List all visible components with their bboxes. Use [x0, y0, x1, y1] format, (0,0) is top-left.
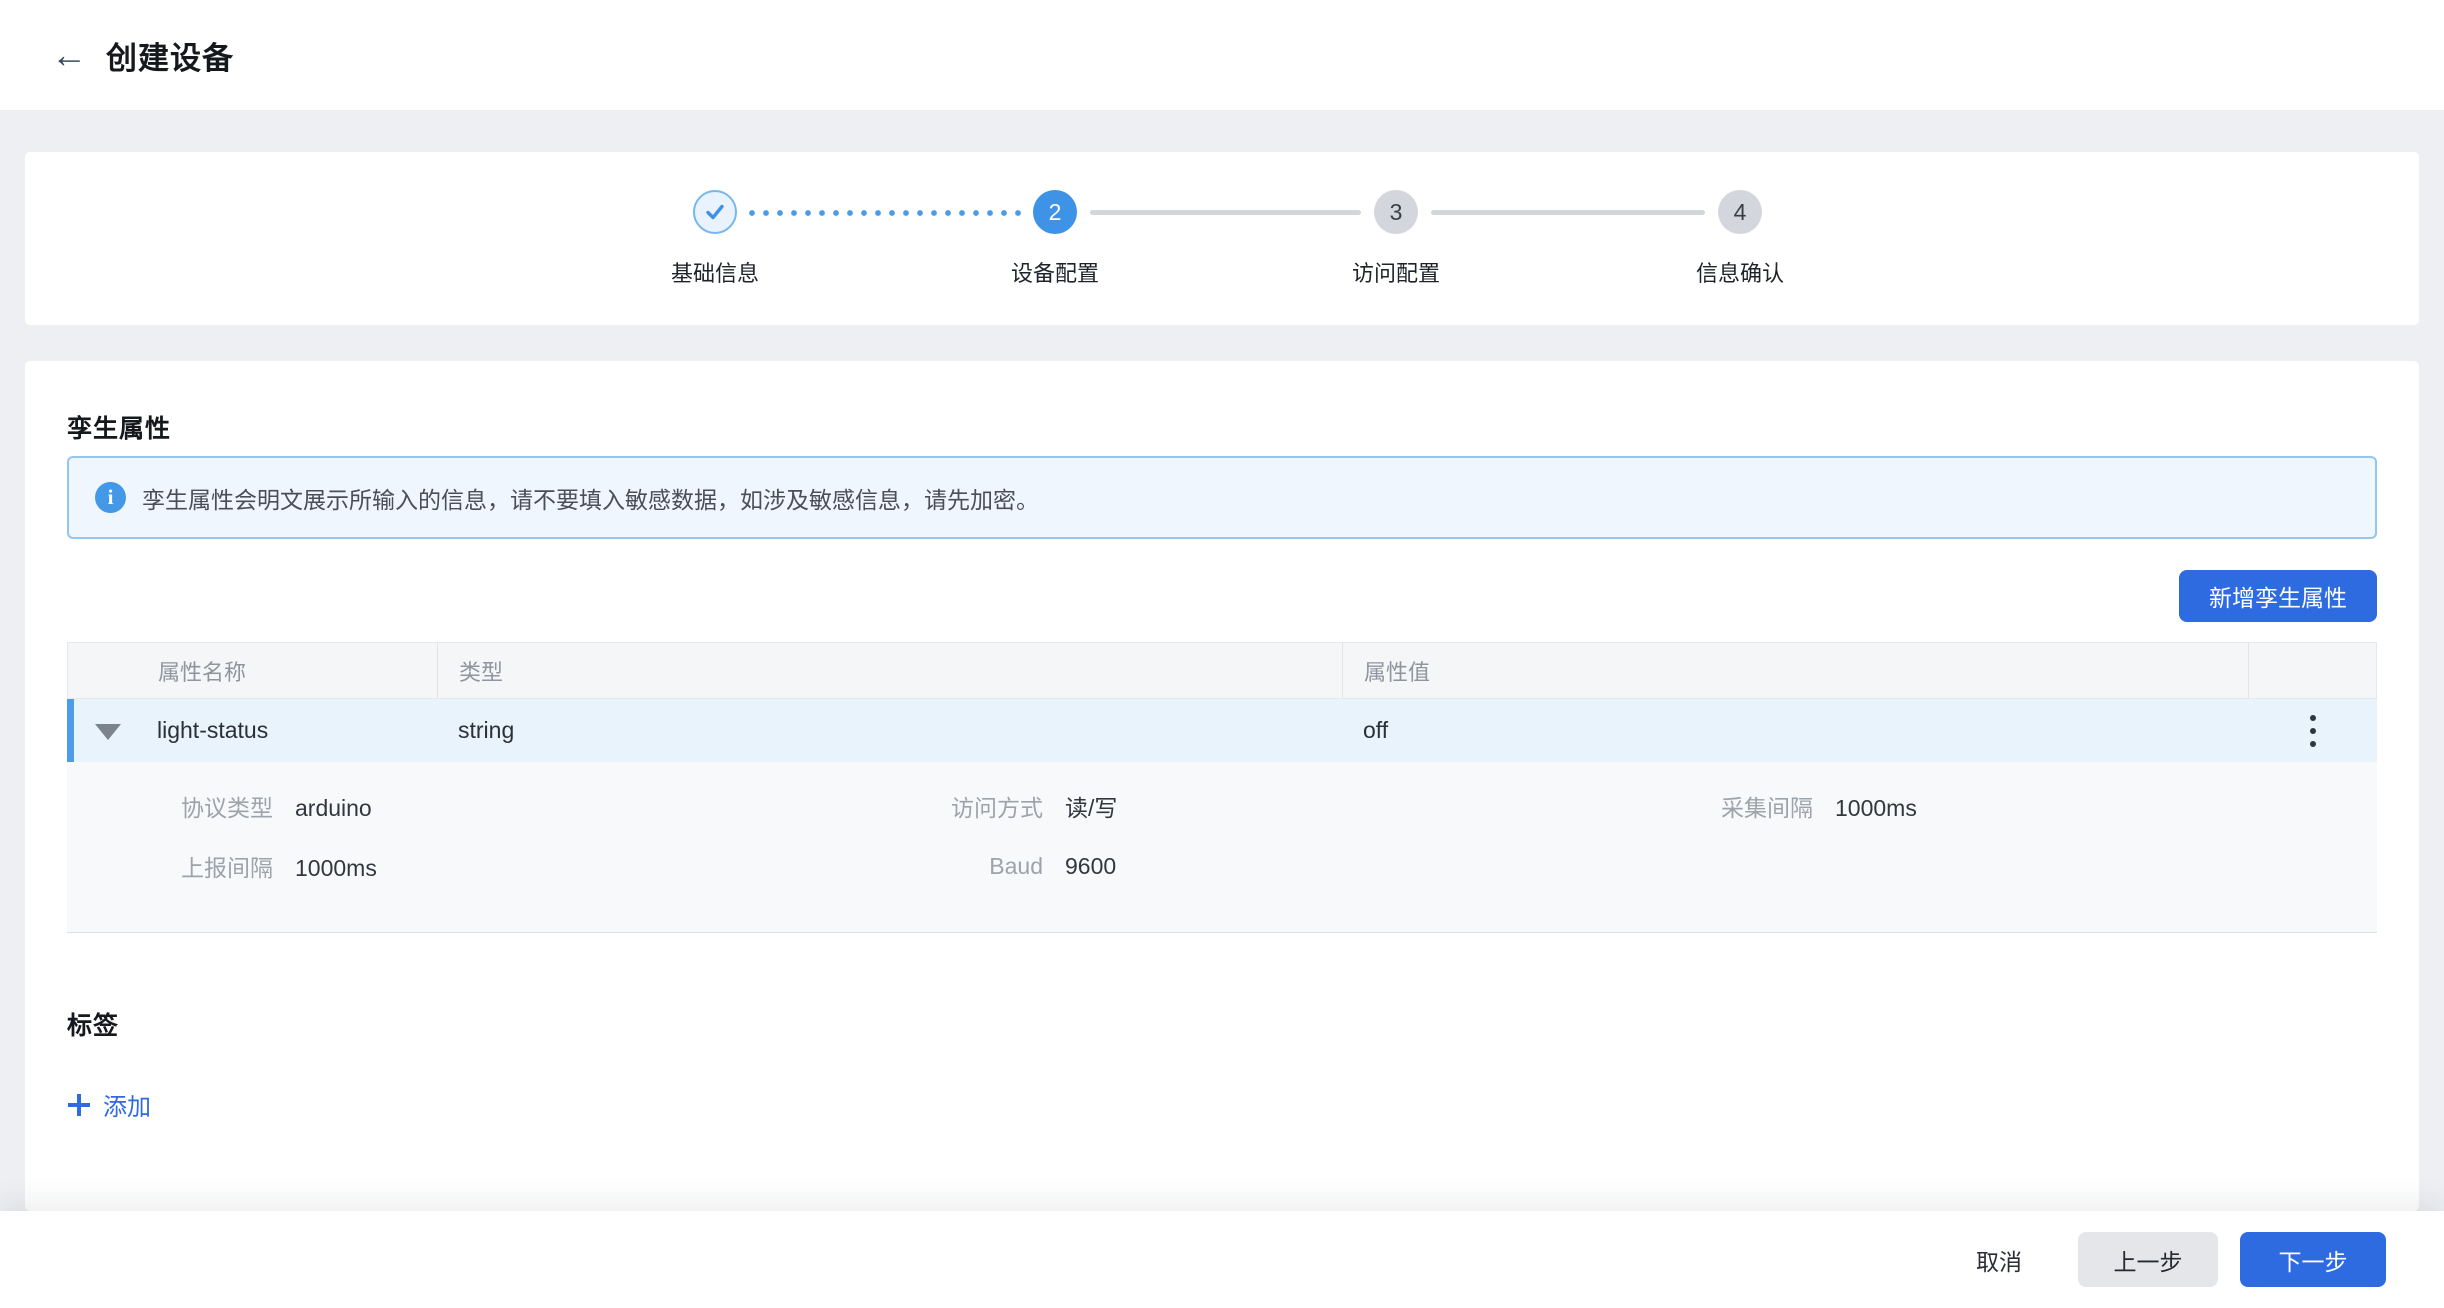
step-connector-done — [745, 210, 1023, 216]
table-row[interactable]: light-status string off — [67, 699, 2377, 762]
col-header-actions — [2249, 643, 2378, 698]
detail-protocol-type: 协议类型arduino — [67, 789, 837, 823]
device-config-panel: 孪生属性 i 孪生属性会明文展示所输入的信息，请不要填入敏感数据，如涉及敏感信息… — [25, 361, 2419, 1211]
step-connector — [1090, 210, 1361, 215]
cancel-button[interactable]: 取消 — [1966, 1232, 2032, 1287]
detail-report-interval: 上报间隔1000ms — [67, 849, 837, 883]
add-tag-label: 添加 — [103, 1087, 151, 1122]
step-label: 设备配置 — [955, 256, 1155, 288]
attr-value-cell: off — [1342, 699, 2248, 762]
step-number-badge: 4 — [1718, 190, 1762, 234]
detail-baud: Baud9600 — [837, 853, 1607, 880]
next-step-button[interactable]: 下一步 — [2240, 1232, 2386, 1287]
wizard-footer: 取消 上一步 下一步 — [0, 1211, 2444, 1308]
twin-attrs-alert: i 孪生属性会明文展示所输入的信息，请不要填入敏感数据，如涉及敏感信息，请先加密… — [67, 456, 2377, 539]
prev-step-button[interactable]: 上一步 — [2078, 1232, 2218, 1287]
twin-attrs-table: 属性名称 类型 属性值 light-status string off 协议类型… — [67, 642, 2377, 933]
step-connector — [1431, 210, 1705, 215]
twin-attrs-title: 孪生属性 — [67, 409, 171, 445]
detail-collect-interval: 采集间隔1000ms — [1607, 789, 2377, 823]
collapse-caret-icon[interactable] — [95, 724, 121, 740]
row-detail-panel: 协议类型arduino 访问方式读/写 采集间隔1000ms 上报间隔1000m… — [67, 762, 2377, 933]
step-label: 基础信息 — [615, 256, 815, 288]
alert-text: 孪生属性会明文展示所输入的信息，请不要填入敏感数据，如涉及敏感信息，请先加密。 — [142, 481, 1039, 515]
col-header-attr-value: 属性值 — [1343, 643, 2249, 698]
detail-access-mode: 访问方式读/写 — [837, 789, 1607, 823]
add-tag-button[interactable]: 添加 — [67, 1087, 151, 1122]
plus-icon — [67, 1093, 91, 1117]
attr-type-cell: string — [437, 699, 1342, 762]
step-number-badge: 3 — [1374, 190, 1418, 234]
attr-name-cell: light-status — [157, 717, 268, 744]
top-header: ← 创建设备 — [0, 0, 2444, 110]
col-header-attr-name: 属性名称 — [68, 643, 438, 698]
info-icon: i — [95, 482, 126, 513]
table-header-row: 属性名称 类型 属性值 — [67, 642, 2377, 699]
add-twin-attr-button[interactable]: 新增孪生属性 — [2179, 570, 2377, 622]
check-icon — [693, 190, 737, 234]
step-label: 访问配置 — [1296, 256, 1496, 288]
col-header-type: 类型 — [438, 643, 1343, 698]
tags-title: 标签 — [67, 1006, 119, 1042]
step-label: 信息确认 — [1640, 256, 1840, 288]
back-icon[interactable]: ← — [46, 32, 92, 78]
stepper: 基础信息 2 设备配置 3 访问配置 4 信息确认 — [25, 152, 2419, 325]
step-number-badge: 2 — [1033, 190, 1077, 234]
page-title: 创建设备 — [106, 33, 234, 78]
kebab-menu-icon[interactable] — [2300, 707, 2326, 755]
